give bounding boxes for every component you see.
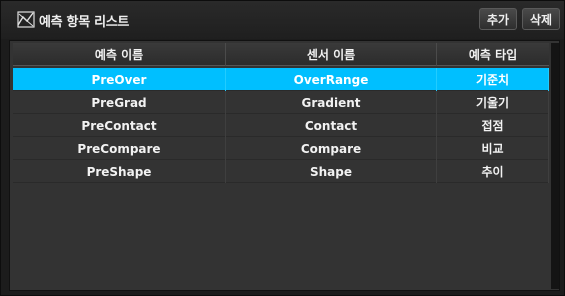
cell-prediction-name: PreShape	[13, 160, 226, 183]
add-button[interactable]: 추가	[479, 8, 517, 30]
column-header-sensor-name[interactable]: 센서 이름	[226, 43, 437, 66]
table-row[interactable]: PreOver OverRange 기준치	[13, 68, 549, 91]
cell-prediction-type: 접점	[437, 114, 549, 137]
cell-prediction-type: 기울기	[437, 91, 549, 114]
cell-sensor-name: OverRange	[226, 68, 437, 91]
chart-icon	[17, 11, 35, 28]
vertical-scrollbar[interactable]	[551, 43, 559, 289]
prediction-list-panel: 예측 항목 리스트 추가 삭제 예측 이름 센서 이름 예측 타입 PreOve…	[0, 0, 565, 296]
table-row[interactable]: PreContact Contact 접점	[13, 114, 549, 137]
cell-prediction-name: PreCompare	[13, 137, 226, 160]
table-row[interactable]: PreCompare Compare 비교	[13, 137, 549, 160]
prediction-table: 예측 이름 센서 이름 예측 타입 PreOver OverRange 기준치 …	[9, 40, 560, 291]
delete-button[interactable]: 삭제	[522, 8, 560, 30]
cell-prediction-type: 기준치	[437, 68, 549, 91]
panel-header: 예측 항목 리스트 추가 삭제	[1, 1, 564, 39]
cell-prediction-name: PreContact	[13, 114, 226, 137]
cell-prediction-name: PreGrad	[13, 91, 226, 114]
cell-prediction-name: PreOver	[13, 68, 226, 91]
table-row[interactable]: PreGrad Gradient 기울기	[13, 91, 549, 114]
cell-prediction-type: 추이	[437, 160, 549, 183]
table-row[interactable]: PreShape Shape 추이	[13, 160, 549, 183]
table-body: PreOver OverRange 기준치 PreGrad Gradient 기…	[13, 68, 549, 183]
cell-sensor-name: Contact	[226, 114, 437, 137]
cell-sensor-name: Gradient	[226, 91, 437, 114]
panel-title: 예측 항목 리스트	[39, 15, 130, 30]
column-header-prediction-name[interactable]: 예측 이름	[13, 43, 226, 66]
table-header: 예측 이름 센서 이름 예측 타입	[13, 43, 549, 66]
cell-sensor-name: Shape	[226, 160, 437, 183]
cell-sensor-name: Compare	[226, 137, 437, 160]
cell-prediction-type: 비교	[437, 137, 549, 160]
column-header-prediction-type[interactable]: 예측 타입	[437, 43, 549, 66]
